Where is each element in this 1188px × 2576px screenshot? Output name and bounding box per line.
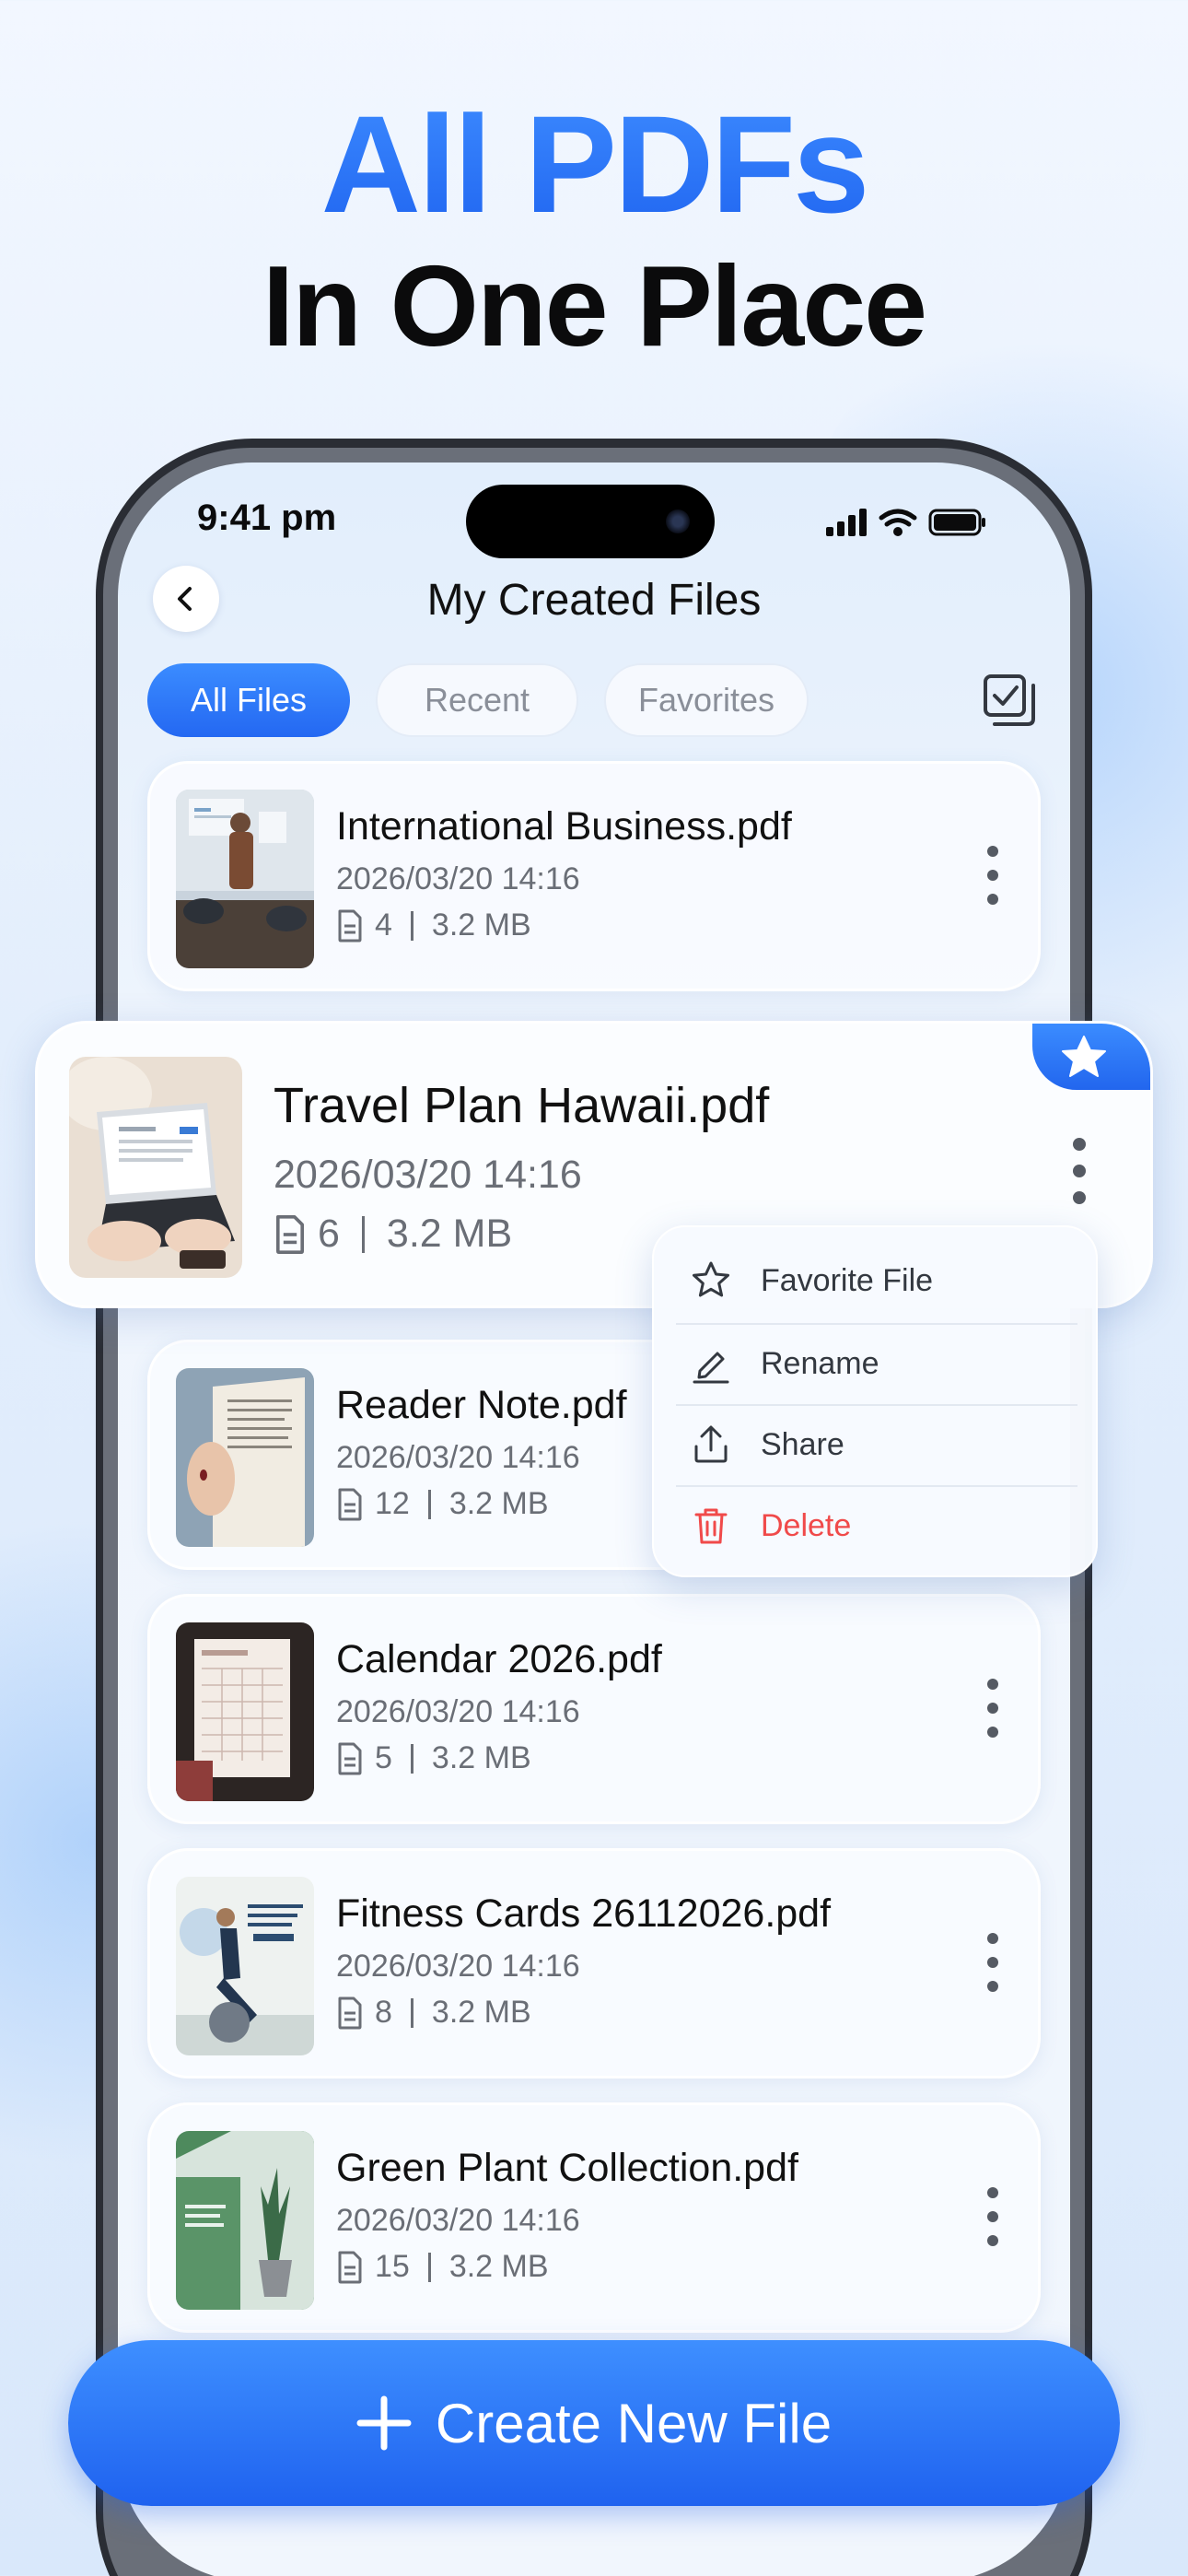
page-count: 12 bbox=[375, 1486, 410, 1521]
file-name: Reader Note.pdf bbox=[336, 1383, 627, 1427]
more-options-icon[interactable] bbox=[986, 2186, 999, 2247]
star-icon bbox=[1062, 1036, 1106, 1077]
page-title: My Created Files bbox=[426, 576, 762, 625]
document-icon bbox=[338, 1742, 362, 1774]
star-outline-icon bbox=[693, 1261, 729, 1297]
file-name: International Business.pdf bbox=[336, 804, 792, 849]
plus-icon bbox=[356, 2395, 412, 2451]
more-options-icon[interactable] bbox=[986, 1932, 999, 1993]
file-card-calendar-2026[interactable]: Calendar 2026.pdf 2026/03/20 14:16 5 3.2… bbox=[147, 1594, 1041, 1824]
page-count: 4 bbox=[375, 907, 392, 943]
page-count: 8 bbox=[375, 1995, 392, 2030]
document-icon bbox=[338, 909, 362, 942]
document-icon bbox=[276, 1214, 304, 1254]
signal-icon bbox=[826, 509, 867, 536]
file-size: 3.2 MB bbox=[448, 2249, 549, 2284]
hero-title: All PDFs bbox=[0, 85, 1188, 244]
page-count: 15 bbox=[375, 2249, 410, 2284]
file-name: Green Plant Collection.pdf bbox=[336, 2146, 798, 2190]
file-name: Travel Plan Hawaii.pdf bbox=[274, 1078, 770, 1133]
document-icon bbox=[338, 2251, 362, 2283]
file-size: 3.2 MB bbox=[386, 1212, 513, 1256]
create-new-file-label: Create New File bbox=[435, 2392, 833, 2454]
document-icon bbox=[338, 1996, 362, 2029]
menu-item-label: Share bbox=[761, 1426, 844, 1462]
more-options-icon[interactable] bbox=[1073, 1138, 1086, 1204]
file-date: 2026/03/20 14:16 bbox=[274, 1153, 582, 1197]
menu-item-label: Delete bbox=[761, 1507, 852, 1543]
context-menu: Favorite File Rename Share Delete bbox=[652, 1225, 1098, 1577]
file-date: 2026/03/20 14:16 bbox=[336, 1440, 580, 1475]
file-date: 2026/03/20 14:16 bbox=[336, 1949, 580, 1984]
file-thumbnail bbox=[176, 2131, 314, 2310]
hero-subtitle: In One Place bbox=[262, 243, 927, 370]
menu-item-share[interactable]: Share bbox=[676, 1404, 1077, 1485]
pencil-icon bbox=[693, 1352, 729, 1384]
create-new-file-button[interactable]: Create New File bbox=[68, 2340, 1120, 2506]
menu-item-favorite-file[interactable]: Favorite File bbox=[676, 1240, 1077, 1321]
tab-favorites[interactable]: Favorites bbox=[604, 663, 809, 737]
more-options-icon[interactable] bbox=[986, 1678, 999, 1739]
menu-item-delete[interactable]: Delete bbox=[676, 1485, 1077, 1566]
file-name: Calendar 2026.pdf bbox=[336, 1637, 662, 1681]
file-size: 3.2 MB bbox=[431, 1995, 531, 2030]
page-count: 5 bbox=[375, 1740, 392, 1775]
tab-all-files[interactable]: All Files bbox=[147, 663, 350, 737]
document-icon bbox=[338, 1488, 362, 1520]
share-upload-icon bbox=[694, 1425, 728, 1463]
more-options-icon[interactable] bbox=[986, 845, 999, 906]
file-card-international-business[interactable]: International Business.pdf 2026/03/20 14… bbox=[147, 761, 1041, 991]
menu-item-rename[interactable]: Rename bbox=[676, 1323, 1077, 1404]
favorite-badge bbox=[1032, 1024, 1150, 1090]
file-size: 3.2 MB bbox=[431, 907, 531, 943]
camera-icon bbox=[666, 509, 690, 533]
file-card-fitness-cards[interactable]: Fitness Cards 26112026.pdf 2026/03/20 14… bbox=[147, 1848, 1041, 2078]
file-name: Fitness Cards 26112026.pdf bbox=[336, 1891, 832, 1936]
file-date: 2026/03/20 14:16 bbox=[336, 2203, 580, 2238]
status-icons bbox=[826, 509, 985, 536]
tab-recent[interactable]: Recent bbox=[376, 663, 578, 737]
menu-item-label: Favorite File bbox=[761, 1262, 934, 1298]
file-size: 3.2 MB bbox=[448, 1486, 549, 1521]
file-date: 2026/03/20 14:16 bbox=[336, 861, 580, 896]
file-thumbnail bbox=[69, 1057, 242, 1278]
file-date: 2026/03/20 14:16 bbox=[336, 1694, 580, 1729]
page-count: 6 bbox=[318, 1212, 340, 1256]
file-thumbnail bbox=[176, 1622, 314, 1801]
file-thumbnail bbox=[176, 790, 314, 968]
file-thumbnail bbox=[176, 1877, 314, 2055]
battery-icon bbox=[928, 509, 985, 536]
status-time: 9:41 pm bbox=[197, 498, 337, 538]
menu-item-label: Rename bbox=[761, 1345, 879, 1381]
file-size: 3.2 MB bbox=[431, 1740, 531, 1775]
file-card-green-plant-collection[interactable]: Green Plant Collection.pdf 2026/03/20 14… bbox=[147, 2102, 1041, 2333]
trash-icon bbox=[694, 1508, 728, 1544]
file-thumbnail bbox=[176, 1368, 314, 1547]
wifi-icon bbox=[879, 509, 917, 527]
multi-select-icon[interactable] bbox=[980, 671, 1039, 730]
